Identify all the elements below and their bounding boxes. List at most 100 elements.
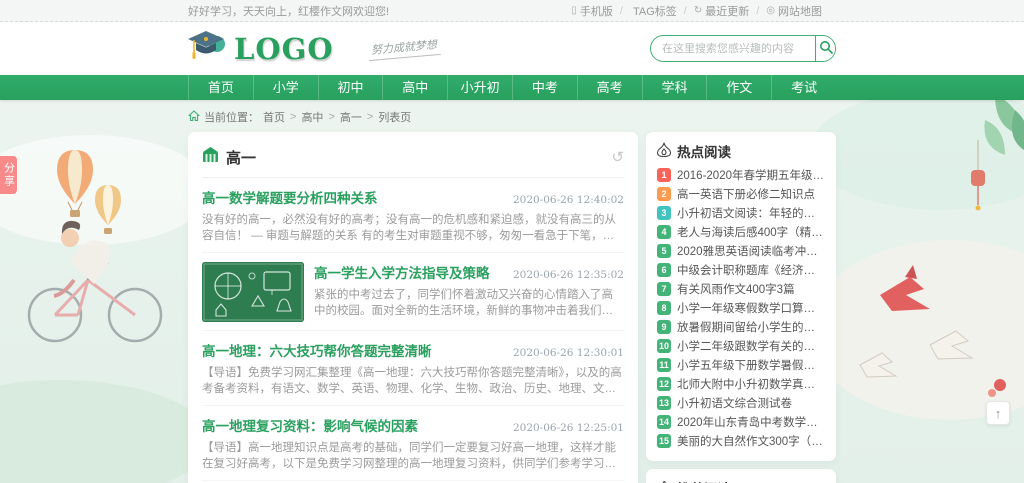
nav-item[interactable]: 学科 <box>642 75 707 100</box>
breadcrumb: 当前位置： 首页 > 高中 > 高一 > 列表页 <box>188 109 836 125</box>
article-summary: 紧张的中考过去了，同学们怀着激动又兴奋的心情踏入了高中的校园。面对全新的生活环境… <box>314 287 624 319</box>
grade-icon <box>202 147 219 168</box>
rank-badge: 4 <box>657 225 671 239</box>
hot-read-link[interactable]: 北师大附中小升初数学真题汇编 <box>677 376 825 392</box>
hot-read-item: 9 放暑假期间留给小学生的三年级英语作文范文 <box>657 320 825 334</box>
hot-read-item: 10 小学二年级跟数学有关的日记 <box>657 339 825 353</box>
rank-badge: 10 <box>657 339 671 353</box>
hot-read-link[interactable]: 美丽的大自然作文300字（精选3篇） <box>677 433 825 449</box>
logo-cap-icon <box>188 29 226 68</box>
logo-slogan: 努力成就梦想 <box>367 36 440 61</box>
flame-icon <box>657 142 671 160</box>
recommended-reads-card: 推荐阅读 1 最欣赏的人作文400字（精选3篇） 2 关于感恩的中考满分作文60… <box>646 469 836 483</box>
article-thumbnail[interactable] <box>202 262 304 322</box>
hot-read-item: 3 小升初语文阅读：年轻的国旗 <box>657 206 825 220</box>
rank-badge: 6 <box>657 263 671 277</box>
hot-read-item: 4 老人与海读后感400字（精选3篇） <box>657 225 825 239</box>
article-summary: 没有好的高一，必然没有好的高考；没有高一的危机感和紧迫感，就没有高三的从容自信！… <box>202 212 624 244</box>
separator: / <box>756 5 759 17</box>
hot-read-link[interactable]: 2020年山东青岛中考数学真题（已公布） <box>677 414 825 430</box>
nav-item[interactable]: 首页 <box>188 75 253 100</box>
search-input[interactable] <box>651 36 815 61</box>
undo-icon[interactable]: ↺ <box>611 150 624 165</box>
topbar: 好好学习，天天向上，红樱作文网欢迎您! ▯ 手机版 / <box>0 0 1024 22</box>
nav-item[interactable]: 小学 <box>253 75 318 100</box>
hot-read-link[interactable]: 小升初语文综合测试卷 <box>677 395 792 411</box>
topbar-link-icon: ◎ <box>766 5 775 16</box>
article-date: 2020-06-26 12:40:02 <box>513 194 624 206</box>
hot-read-link[interactable]: 小学二年级跟数学有关的日记 <box>677 338 825 354</box>
article-title[interactable]: 高一地理：六大技巧帮你答题完整清晰 <box>202 340 432 360</box>
listing-header: 高一 ↺ <box>202 140 624 178</box>
topbar-link[interactable]: ◎ 网站地图 <box>766 3 822 19</box>
search-button[interactable] <box>815 36 835 61</box>
bicycle-rider-decoration <box>29 221 161 341</box>
topbar-link-label: 网站地图 <box>778 3 822 19</box>
sidebar: 热点阅读 1 2016-2020年春学期五年级语文下期末模拟 2 高一英语下册必… <box>646 132 836 483</box>
hot-read-item: 13 小升初语文综合测试卷 <box>657 396 825 410</box>
breadcrumb-label: 当前位置： <box>204 109 259 125</box>
topbar-link-label: TAG标签 <box>633 3 677 19</box>
rank-badge: 14 <box>657 415 671 429</box>
hot-read-item: 14 2020年山东青岛中考数学真题（已公布） <box>657 415 825 429</box>
nav-item[interactable]: 初中 <box>318 75 383 100</box>
hot-read-item: 11 小学五年级下册数学暑假作业答案【20-61 <box>657 358 825 372</box>
hot-read-item: 6 中级会计职称题库《经济法》检测题 <box>657 263 825 277</box>
logo-text: LOGO <box>234 32 334 66</box>
separator: > <box>367 111 373 123</box>
separator: > <box>328 111 334 123</box>
welcome-text: 好好学习，天天向上，红樱作文网欢迎您! <box>188 3 389 19</box>
nav-item[interactable]: 小升初 <box>447 75 512 100</box>
article-summary: 【导语】高一地理知识点是高考的基础，同学们一定要复习好高一地理，这样才能在复习好… <box>202 440 624 472</box>
article-title[interactable]: 高一地理复习资料：影响气候的因素 <box>202 415 418 435</box>
leaves-decoration <box>984 95 1024 155</box>
topbar-links: ▯ 手机版 / TAG标签 / <box>571 3 836 19</box>
hot-read-link[interactable]: 中级会计职称题库《经济法》检测题 <box>677 262 825 278</box>
breadcrumb-link[interactable]: 首页 <box>263 109 285 125</box>
topbar-link[interactable]: ▯ 手机版 <box>571 3 613 19</box>
listing-title: 高一 <box>226 147 256 168</box>
search-box <box>650 35 836 62</box>
topbar-link[interactable]: ↻ 最近更新 <box>694 3 749 19</box>
article-list-card: 高一 ↺ 高一数学解题要分析四种关系 2020-06-26 12:40:02 没… <box>188 132 638 483</box>
rank-badge: 5 <box>657 244 671 258</box>
rank-badge: 2 <box>657 187 671 201</box>
article-title[interactable]: 高一学生入学方法指导及策略 <box>314 262 490 282</box>
hot-reads-list: 1 2016-2020年春学期五年级语文下期末模拟 2 高一英语下册必修二知识点… <box>657 168 825 448</box>
article-title[interactable]: 高一数学解题要分析四种关系 <box>202 187 378 207</box>
nav-item[interactable]: 高考 <box>577 75 642 100</box>
article-summary: 【导语】免费学习网汇集整理《高一地理：六大技巧帮你答题完整清晰》，以及的高考备考… <box>202 365 624 397</box>
hot-read-link[interactable]: 有关风雨作文400字3篇 <box>677 281 795 297</box>
breadcrumb-link[interactable]: 高一 <box>340 109 362 125</box>
nav-item[interactable]: 中考 <box>512 75 577 100</box>
nav-item[interactable]: 高中 <box>382 75 447 100</box>
breadcrumb-link[interactable]: 高中 <box>301 109 323 125</box>
hot-read-link[interactable]: 小学一年级寒假数学口算练习题三篇 <box>677 300 825 316</box>
rank-badge: 12 <box>657 377 671 391</box>
hot-reads-card: 热点阅读 1 2016-2020年春学期五年级语文下期末模拟 2 高一英语下册必… <box>646 132 836 461</box>
hot-read-link[interactable]: 2020雅思英语阅读临考冲刺试题附答案 <box>677 243 825 259</box>
nav-item[interactable]: 作文 <box>706 75 771 100</box>
breadcrumb-link[interactable]: 列表页 <box>378 109 411 125</box>
balloon-decoration <box>57 150 121 234</box>
hot-read-link[interactable]: 小升初语文阅读：年轻的国旗 <box>677 205 825 221</box>
paper-cranes-decoration <box>860 265 1006 397</box>
back-to-top-button[interactable]: ↑ <box>986 401 1010 425</box>
rank-badge: 11 <box>657 358 671 372</box>
hot-read-item: 7 有关风雨作文400字3篇 <box>657 282 825 296</box>
page: 好好学习，天天向上，红樱作文网欢迎您! ▯ 手机版 / <box>0 0 1024 483</box>
rank-badge: 9 <box>657 320 671 334</box>
hot-read-link[interactable]: 高一英语下册必修二知识点 <box>677 186 815 202</box>
hot-read-link[interactable]: 老人与海读后感400字（精选3篇） <box>677 224 825 240</box>
article-date: 2020-06-26 12:35:02 <box>513 269 624 281</box>
article-date: 2020-06-26 12:30:01 <box>513 347 624 359</box>
site-logo[interactable]: LOGO 努力成就梦想 <box>188 29 440 68</box>
hot-read-link[interactable]: 放暑假期间留给小学生的三年级英语作文范文 <box>677 319 825 335</box>
hot-read-link[interactable]: 小学五年级下册数学暑假作业答案【20-61 <box>677 357 825 373</box>
topbar-link[interactable]: TAG标签 <box>630 3 677 19</box>
nav-item[interactable]: 考试 <box>771 75 836 100</box>
hot-read-link[interactable]: 2016-2020年春学期五年级语文下期末模拟 <box>677 167 825 183</box>
hot-read-item: 5 2020雅思英语阅读临考冲刺试题附答案 <box>657 244 825 258</box>
article-item: 高一数学解题要分析四种关系 2020-06-26 12:40:02 没有好的高一… <box>202 178 624 253</box>
share-button[interactable]: 分享 <box>0 156 17 194</box>
